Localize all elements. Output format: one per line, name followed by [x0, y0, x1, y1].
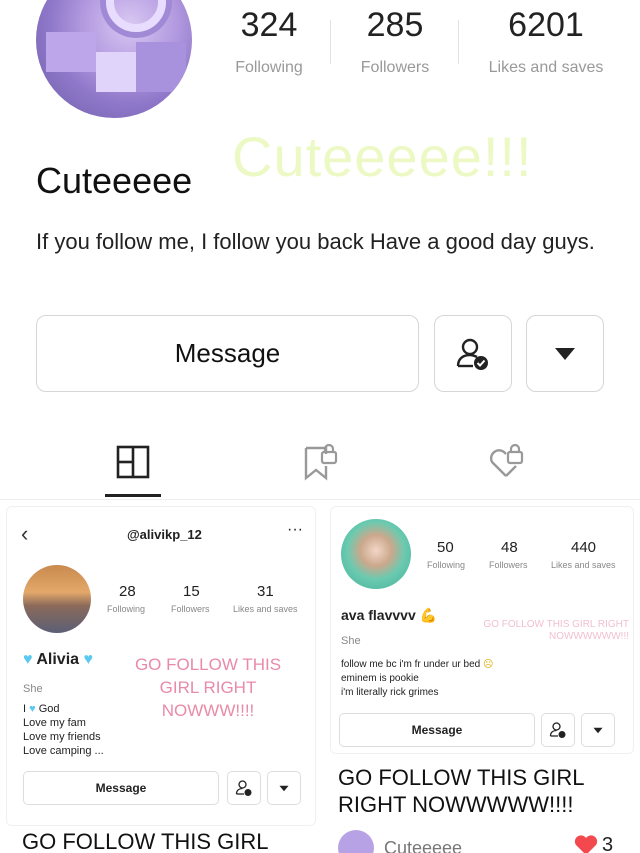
message-button[interactable]: Message: [36, 315, 419, 392]
overlay-text: GO FOLLOW THIS GIRL RIGHT NOWWWWWW!!!: [483, 619, 629, 642]
stat-number: 324: [240, 6, 298, 44]
stat-number: 48: [501, 539, 518, 556]
caret-down-icon: [555, 347, 575, 360]
post-dropdown: [581, 713, 615, 747]
like-button[interactable]: [574, 834, 598, 853]
post-name: ♥ Alivia ♥: [23, 651, 93, 669]
post-message-button: Message: [339, 713, 535, 747]
stat-label: Likes and saves: [551, 560, 616, 570]
post-avatar: [23, 565, 91, 633]
follow-status-button[interactable]: [434, 315, 512, 392]
more-icon: ···: [287, 521, 303, 538]
post-card[interactable]: ‹ @alivikp_12 ··· 28 Following 15 Follow…: [6, 506, 316, 826]
author-name[interactable]: Cuteeeee: [384, 838, 462, 853]
post-message-button: Message: [23, 771, 219, 805]
stat-likes-saves[interactable]: 6201 Likes and saves: [476, 6, 616, 77]
more-options-dropdown[interactable]: [526, 315, 604, 392]
active-tab-indicator: [105, 494, 161, 497]
post-bio-line: i'm literally rick grimes: [341, 687, 439, 698]
stat-number: 50: [437, 539, 454, 556]
post-pronoun: She: [341, 635, 361, 647]
post-pronoun: She: [23, 683, 43, 695]
post-caption[interactable]: GO FOLLOW THIS GIRL: [22, 828, 269, 853]
stat-following[interactable]: 324 Following: [224, 6, 314, 77]
post-handle: @alivikp_12: [127, 527, 202, 542]
post-caption[interactable]: GO FOLLOW THIS GIRL RIGHT NOWWWWW!!!!: [338, 764, 618, 818]
stat-number: 6201: [508, 6, 584, 44]
post-bio-line: eminem is pookie: [341, 673, 419, 684]
post-name: ava flavvvv 💪: [341, 607, 437, 624]
bookmark-lock-icon: [304, 443, 338, 481]
post-bio-line: Love my fam: [23, 717, 86, 729]
post-name-text: ava flavvvv: [341, 607, 416, 623]
post-dropdown: [267, 771, 301, 805]
stat-label: Likes and saves: [488, 59, 604, 76]
stat-label: Following: [427, 560, 466, 570]
profile-name: Cuteeeee: [36, 160, 193, 201]
grid-icon: [116, 445, 150, 479]
bio-line-text: God: [38, 703, 60, 715]
caret-down-icon: [593, 727, 603, 733]
muscle-emoji-icon: 💪: [419, 607, 438, 623]
post-follow-status: [227, 771, 261, 805]
post-follow-status: [541, 713, 575, 747]
profile-bio: If you follow me, I follow you back Have…: [36, 229, 595, 254]
post-avatar: [341, 519, 411, 589]
profile-avatar[interactable]: [36, 0, 192, 118]
heart-icon: [574, 835, 598, 853]
stat-label: Following: [235, 59, 303, 76]
caret-down-icon: [279, 785, 289, 791]
face-emoji-icon: ☹: [482, 659, 494, 670]
stat-number: 31: [257, 583, 274, 600]
stat-label: Followers: [171, 604, 210, 614]
stat-number: 285: [366, 6, 424, 44]
profile-stats: 324 Following 285 Followers 6201 Likes a…: [210, 0, 630, 90]
post-bio-line: Love camping ...: [23, 745, 104, 757]
author-avatar[interactable]: [338, 830, 374, 853]
stat-followers[interactable]: 285 Followers: [350, 6, 440, 77]
post-name-text: Alivia: [36, 651, 80, 668]
stat-label: Followers: [360, 59, 430, 76]
stat-label: Likes and saves: [233, 604, 298, 614]
stat-number: 28: [119, 583, 136, 600]
heart-emoji-icon: ♥: [83, 651, 94, 668]
tab-posts[interactable]: [113, 442, 153, 482]
heart-lock-icon: [489, 443, 524, 477]
watermark-text: Cuteeeee!!!: [232, 125, 533, 188]
like-count: 3: [602, 834, 614, 853]
user-check-icon: [456, 338, 488, 370]
user-check-icon: [549, 722, 566, 738]
stat-label: Following: [107, 604, 146, 614]
post-bio-line: I ♥ God: [23, 703, 60, 715]
heart-emoji-icon: ♥: [23, 651, 33, 668]
post-message-label: Message: [95, 781, 147, 795]
overlay-text: GO FOLLOW THIS GIRL RIGHT NOWWW!!!!: [134, 655, 282, 720]
user-check-icon: [235, 780, 252, 796]
post-bio-line: Love my friends: [23, 731, 101, 743]
tab-saved[interactable]: [300, 442, 340, 482]
post-card[interactable]: 50 Following 48 Followers 440 Likes and …: [330, 506, 634, 754]
heart-emoji-icon: ♥: [29, 703, 36, 715]
stat-number: 15: [183, 583, 200, 600]
post-bio-line: follow me bc i'm fr under ur bed ☹: [341, 659, 493, 670]
message-button-label: Message: [174, 338, 281, 368]
post-message-label: Message: [411, 723, 463, 737]
stat-label: Followers: [489, 560, 528, 570]
tab-liked[interactable]: [486, 442, 526, 482]
back-icon: ‹: [21, 521, 29, 546]
profile-tabs: [0, 430, 640, 500]
stat-number: 440: [571, 539, 597, 556]
bio-line-text: follow me bc i'm fr under ur bed: [341, 659, 481, 670]
